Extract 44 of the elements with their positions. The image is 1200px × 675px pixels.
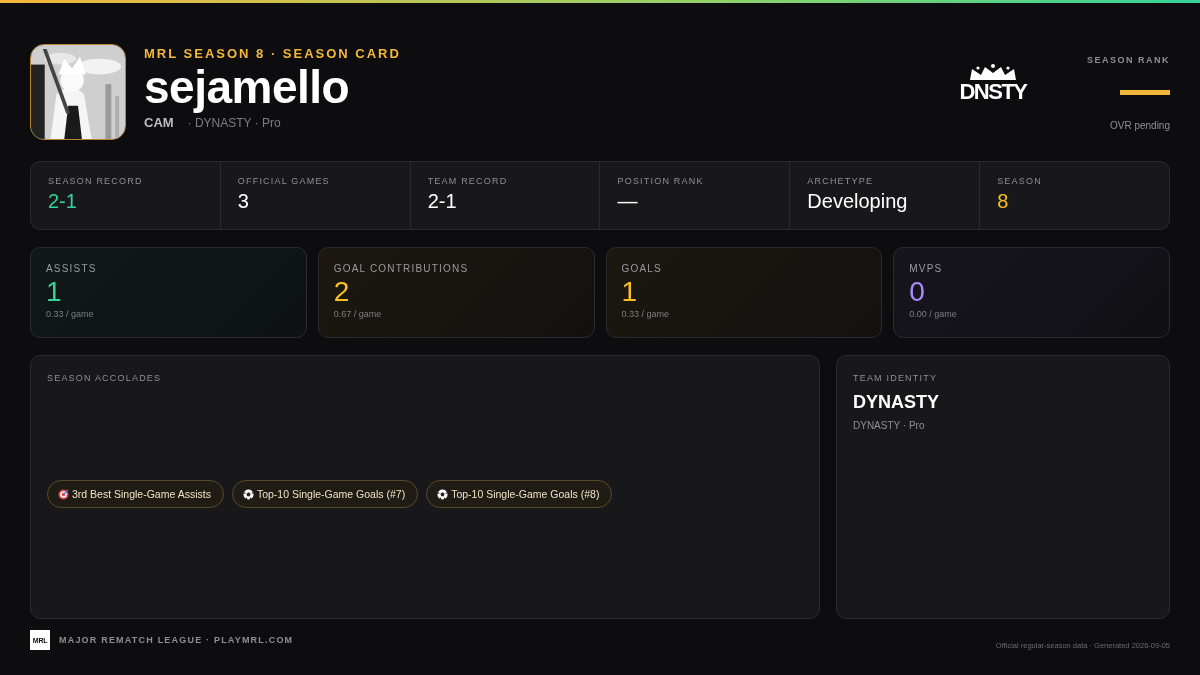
stat-label: SEASON (997, 176, 1042, 186)
tile-rate: 0.33 / game (621, 309, 670, 319)
tile-rate: 0.33 / game (46, 309, 94, 319)
league-name: MAJOR REMATCH LEAGUE · PLAYMRL.COM (59, 635, 295, 645)
stat-value: 8 (997, 190, 1009, 213)
stat-value: 2-1 (48, 190, 77, 213)
team-name: DYNASTY (853, 392, 939, 413)
position-label: CAM (144, 115, 174, 130)
accolade-badge: 3rd Best Single-Game Assists (47, 480, 224, 508)
player-name: sejamello (144, 61, 351, 113)
team-line: · DYNASTY · Pro (187, 116, 281, 130)
panel-title: SEASON ACCOLADES (47, 373, 162, 383)
team-logo-text: DNSTY (959, 79, 1027, 105)
tile-label: GOAL CONTRIBUTIONS (333, 263, 469, 274)
tile-label: MVPS (909, 263, 943, 274)
stat-value: Developing (807, 190, 908, 213)
tile-rate: 0.67 / game (333, 309, 382, 319)
tile-value: 2 (333, 276, 350, 308)
stat-label: OFFICIAL GAMES (237, 176, 330, 186)
soccer-ball-icon (242, 488, 254, 500)
rank-note: OVR pending (1109, 120, 1170, 131)
tile-value: 1 (46, 276, 62, 308)
accolade-badge: Top-10 Single-Game Goals (#7) (231, 480, 419, 508)
stat-value: 2-1 (427, 190, 457, 213)
stat-value: 3 (237, 190, 249, 213)
crown-icon (968, 63, 1018, 81)
tile-value: 0 (909, 276, 925, 308)
soccer-ball-icon (437, 488, 449, 500)
stat-value: — (617, 190, 638, 213)
target-icon (58, 488, 69, 500)
stat-label: POSITION RANK (617, 176, 704, 186)
rank-placeholder-bar (1120, 90, 1170, 95)
stat-label: SEASON RECORD (48, 176, 143, 186)
tile-label: ASSISTS (46, 263, 97, 274)
tile-value: 1 (621, 276, 638, 308)
tile-rate: 0.00 / game (909, 309, 957, 319)
stat-label: TEAM RECORD (427, 176, 508, 186)
tile-label: GOALS (621, 263, 662, 274)
card-eyebrow: MRL SEASON 8 · SEASON CARD (144, 46, 402, 61)
rank-label: SEASON RANK (1087, 55, 1170, 65)
team-subtitle: DYNASTY · Pro (853, 420, 925, 431)
panel-title: TEAM IDENTITY (853, 373, 938, 383)
accolade-badge: Top-10 Single-Game Goals (#8) (426, 480, 613, 508)
stat-label: ARCHETYPE (807, 176, 874, 186)
